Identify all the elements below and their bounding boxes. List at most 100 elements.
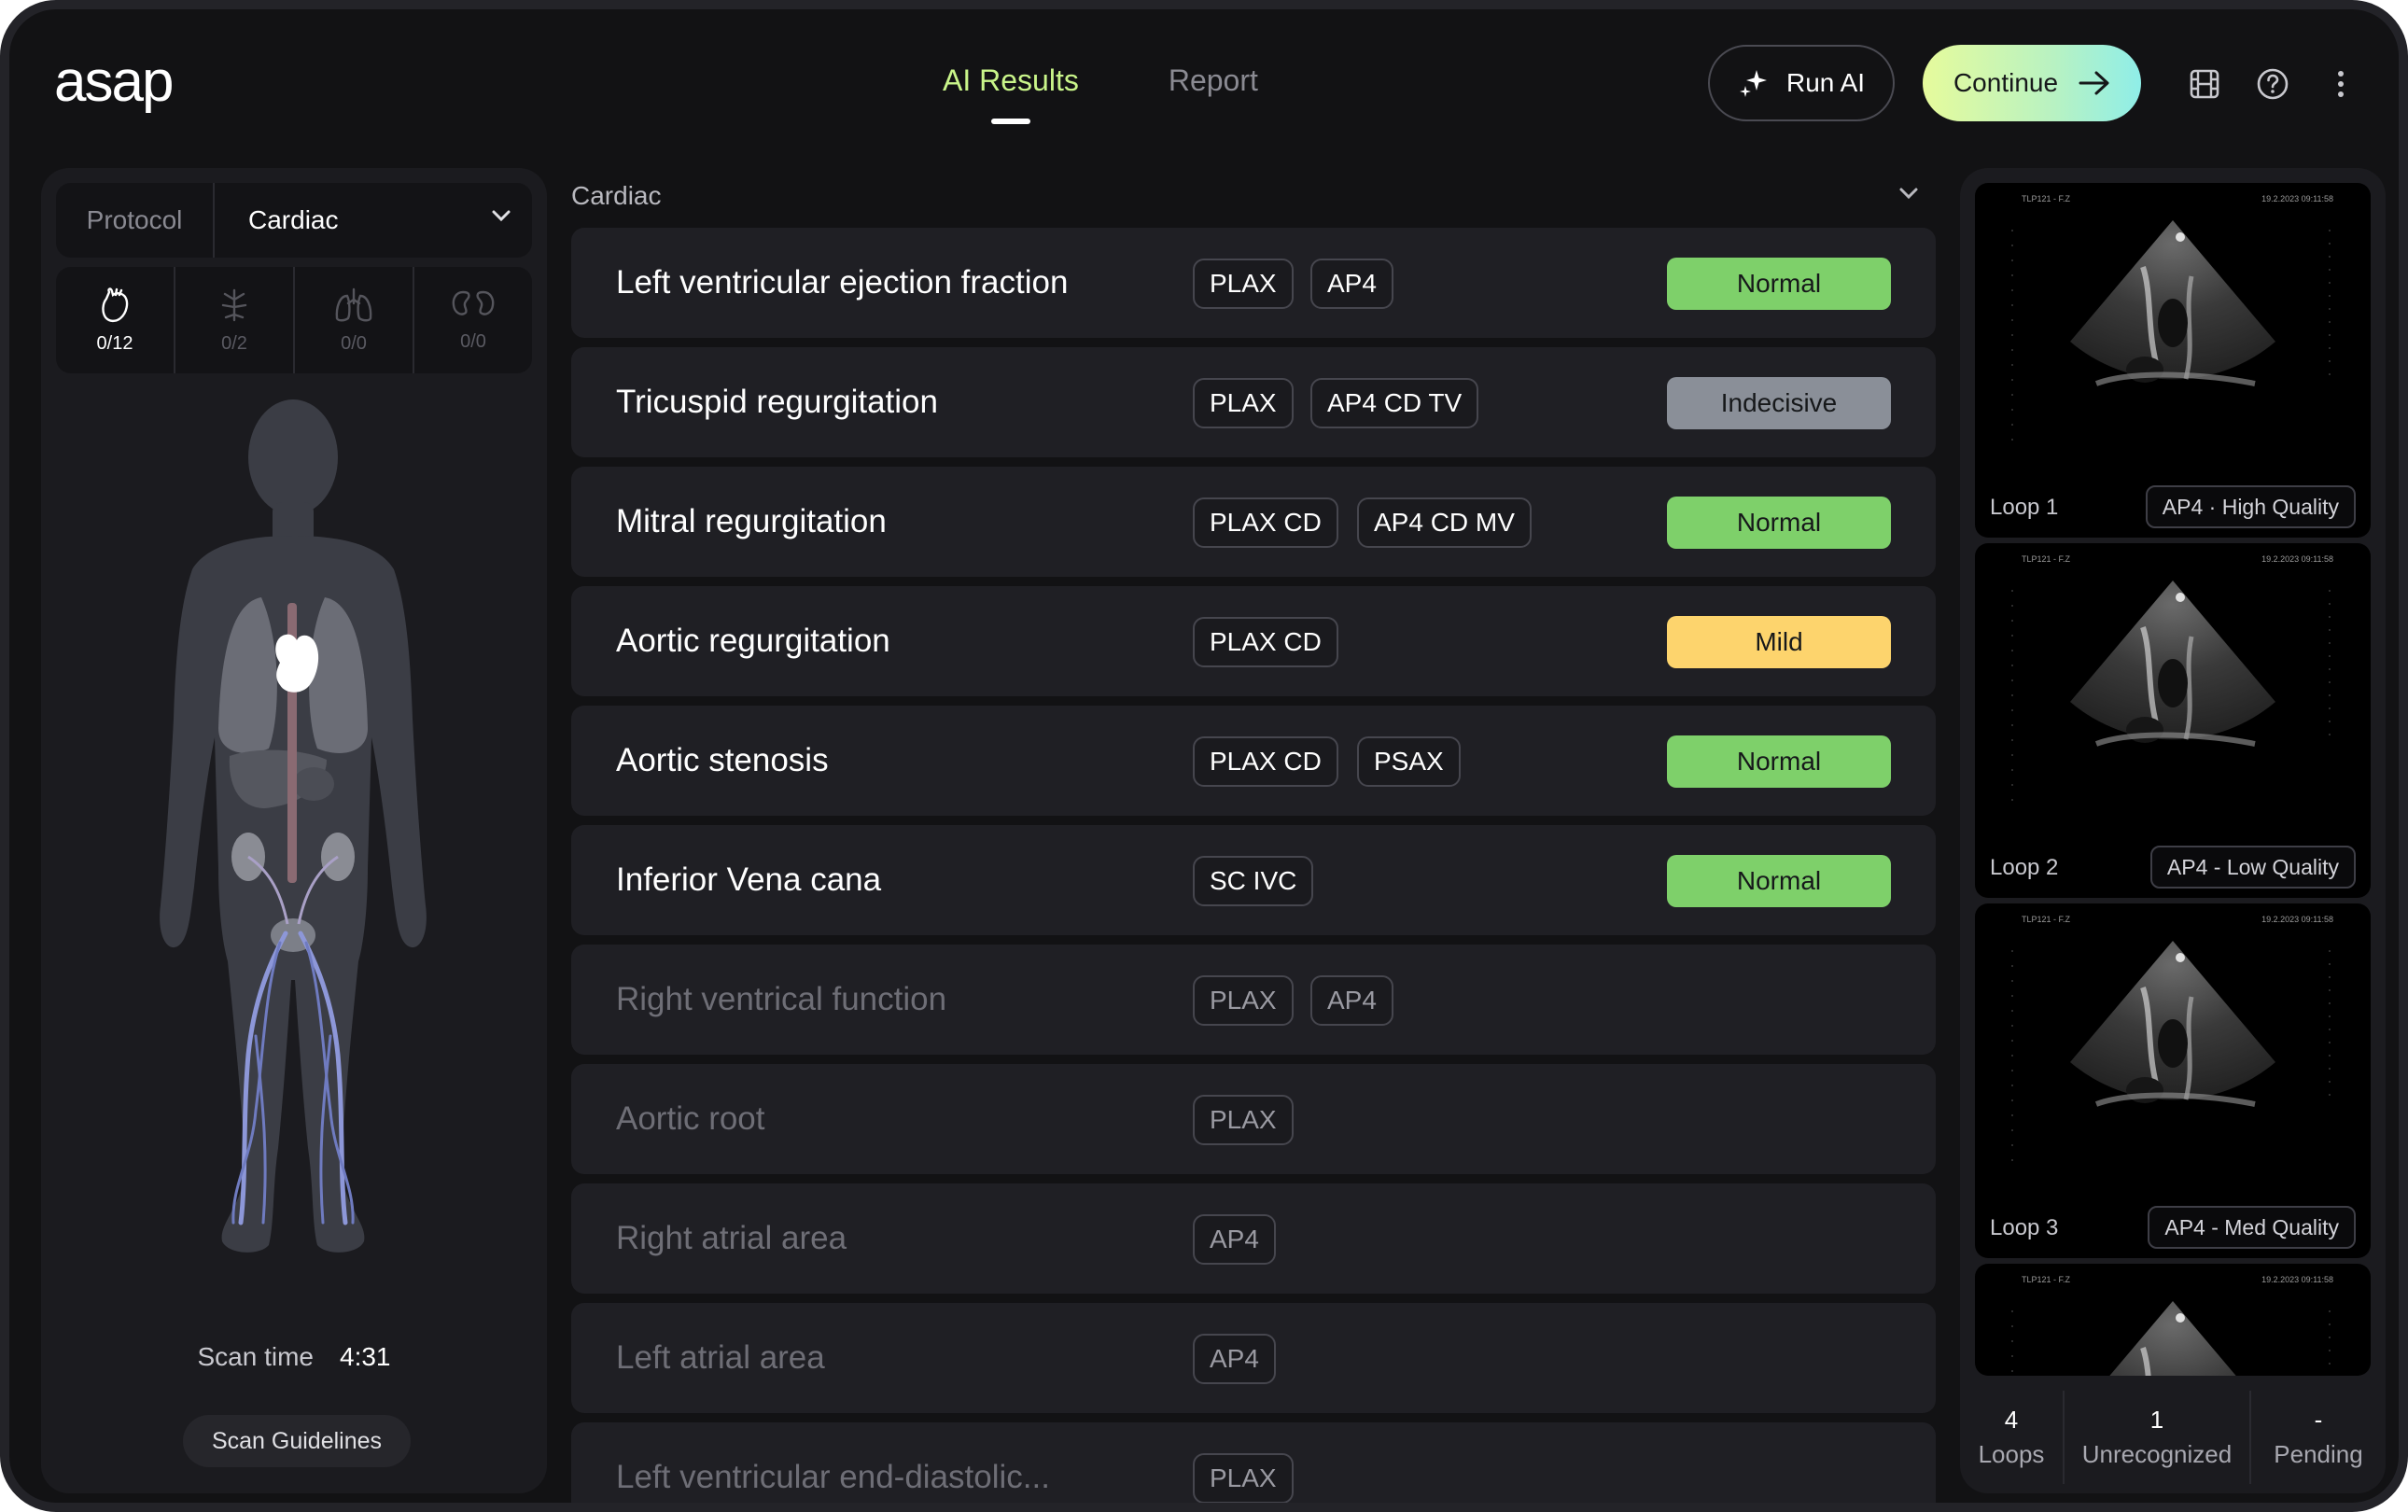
result-row[interactable]: Mitral regurgitation PLAX CD AP4 CD MV N… [571,467,1936,577]
organ-tab-lungs[interactable]: 0/0 [295,267,414,373]
loop-quality-badge: AP4 - Med Quality [2148,1206,2356,1249]
organ-tabs: 0/12 0/2 0/0 0/0 [56,267,532,373]
view-chip[interactable]: PLAX CD [1193,497,1338,548]
more-options-icon[interactable] [2322,65,2359,103]
help-icon[interactable] [2254,65,2291,103]
protocol-dropdown[interactable]: Cardiac [215,183,532,258]
section-title: Cardiac [571,181,662,210]
lungs-icon [335,287,372,321]
stat-label: Loops [1978,1440,2045,1468]
view-chip[interactable]: AP4 [1193,1214,1276,1265]
loop-thumbnail[interactable]: TLP121 - F.Z 19.2.2023 09:11:58 Loop 2 A… [1975,543,2371,898]
result-row[interactable]: Aortic stenosis PLAX CD PSAX Normal [571,706,1936,816]
result-name: Right ventrical function [616,981,947,1017]
stat-value: 1 [2149,1406,2164,1434]
stat-label: Unrecognized [2081,1440,2233,1468]
film-icon[interactable] [2186,65,2223,103]
organ-count: 0/12 [96,332,133,354]
stat-value: 4 [2004,1406,2019,1434]
stat-loops: 4 Loops [1960,1391,2065,1484]
status-badge: Indecisive [1667,377,1891,429]
view-chip[interactable]: PLAX CD [1193,736,1338,787]
result-row[interactable]: Right ventrical function PLAX AP4 [571,945,1936,1055]
loop-stats: 4 Loops 1 Unrecognized - Pending [1960,1391,2386,1484]
view-chip[interactable]: PLAX CD [1193,617,1338,667]
scan-guidelines-button[interactable]: Scan Guidelines [183,1415,411,1467]
stat-label: Pending [2274,1440,2363,1468]
run-ai-button[interactable]: Run AI [1708,45,1895,121]
result-row[interactable]: Left atrial area AP4 [571,1303,1936,1413]
view-chip[interactable]: AP4 CD MV [1357,497,1532,548]
status-badge: Normal [1667,735,1891,788]
protocol-selector[interactable]: Protocol Cardiac [56,183,532,258]
result-name: Left ventricular ejection fraction [616,264,1069,301]
view-chip[interactable]: PSAX [1357,736,1461,787]
stat-unrecognized: 1 Unrecognized [2065,1391,2251,1484]
view-chip[interactable]: AP4 [1310,259,1393,309]
chevron-down-icon[interactable] [1898,187,1919,200]
view-chip[interactable]: AP4 [1310,975,1393,1026]
result-name: Inferior Vena cana [616,861,882,898]
scan-time-label: Scan time [197,1342,315,1371]
result-name: Tricuspid regurgitation [616,384,938,420]
organ-count: 0/0 [341,332,367,354]
anatomy-body-figure [160,399,427,1253]
continue-button[interactable]: Continue [1923,45,2141,121]
result-row[interactable]: Tricuspid regurgitation PLAX AP4 CD TV I… [571,347,1936,457]
kidneys-icon [452,290,495,315]
result-name: Aortic regurgitation [616,623,890,659]
result-row[interactable]: Aortic root PLAX [571,1064,1936,1174]
loop-thumbnail[interactable]: TLP121 - F.Z 19.2.2023 09:11:58 Loop 3 A… [1975,903,2371,1258]
view-chip[interactable]: PLAX [1193,378,1294,428]
sparkle-icon [1739,70,1767,97]
loop-thumbnail[interactable]: TLP121 - F.Z 19.2.2023 09:11:58 Loop 1 A… [1975,183,2371,538]
organ-tab-liver[interactable]: 0/2 [175,267,295,373]
scan-time: Scan time 4:31 [41,1342,547,1372]
view-chip[interactable]: PLAX [1193,1453,1294,1503]
result-name: Left atrial area [616,1339,825,1376]
view-chip[interactable]: AP4 [1193,1334,1276,1384]
run-ai-label: Run AI [1785,68,1866,97]
result-row[interactable]: Left ventricular end-diastolic... PLAX [571,1422,1936,1503]
view-chip[interactable]: SC IVC [1193,856,1314,906]
result-name: Left ventricular end-diastolic... [616,1459,1050,1495]
chevron-down-icon [492,210,511,222]
result-name: Aortic stenosis [616,742,829,778]
ultrasound-image [2011,1301,2331,1376]
heart-icon [102,287,129,322]
protocol-value: Cardiac [248,205,339,234]
result-name: Right atrial area [616,1220,847,1256]
status-badge: Normal [1667,497,1891,549]
ultrasound-image [2011,581,2331,814]
arrow-right-icon [2079,71,2109,95]
result-row[interactable]: Right atrial area AP4 [571,1183,1936,1294]
ultrasound-image [2011,220,2331,454]
view-chip[interactable]: PLAX [1193,1095,1294,1145]
result-row[interactable]: Inferior Vena cana SC IVC Normal [571,825,1936,935]
liver-icon [221,288,247,321]
main-tabs: AI Results Report [943,63,1258,98]
organ-count: 0/2 [221,332,247,354]
organ-tab-kidneys[interactable]: 0/0 [414,267,532,373]
result-row[interactable]: Aortic regurgitation PLAX CD Mild [571,586,1936,696]
loop-thumbnail[interactable]: TLP121 - F.Z 19.2.2023 09:11:58 [1975,1264,2371,1376]
app-logo: asap [54,49,174,114]
loop-quality-badge: AP4 · High Quality [2145,485,2356,528]
top-bar: asap AI Results Report Run AI Continue [9,9,2399,159]
status-badge: Normal [1667,855,1891,907]
tab-ai-results[interactable]: AI Results [943,63,1079,98]
view-chip[interactable]: PLAX [1193,975,1294,1026]
loop-name: Loop 1 [1990,495,2059,520]
loops-panel: TLP121 - F.Z 19.2.2023 09:11:58 Loop 1 A… [1960,168,2386,1493]
organ-count: 0/0 [460,330,486,352]
continue-label: Continue [1953,68,2059,97]
view-chip[interactable]: AP4 CD TV [1310,378,1479,428]
result-name: Mitral regurgitation [616,503,887,539]
result-row[interactable]: Left ventricular ejection fraction PLAX … [571,228,1936,338]
protocol-label: Protocol [56,183,215,258]
view-chip[interactable]: PLAX [1193,259,1294,309]
results-list: Left ventricular ejection fraction PLAX … [571,228,1936,1503]
result-name: Aortic root [616,1100,765,1137]
tab-report[interactable]: Report [1169,63,1258,98]
organ-tab-heart[interactable]: 0/12 [56,267,175,373]
